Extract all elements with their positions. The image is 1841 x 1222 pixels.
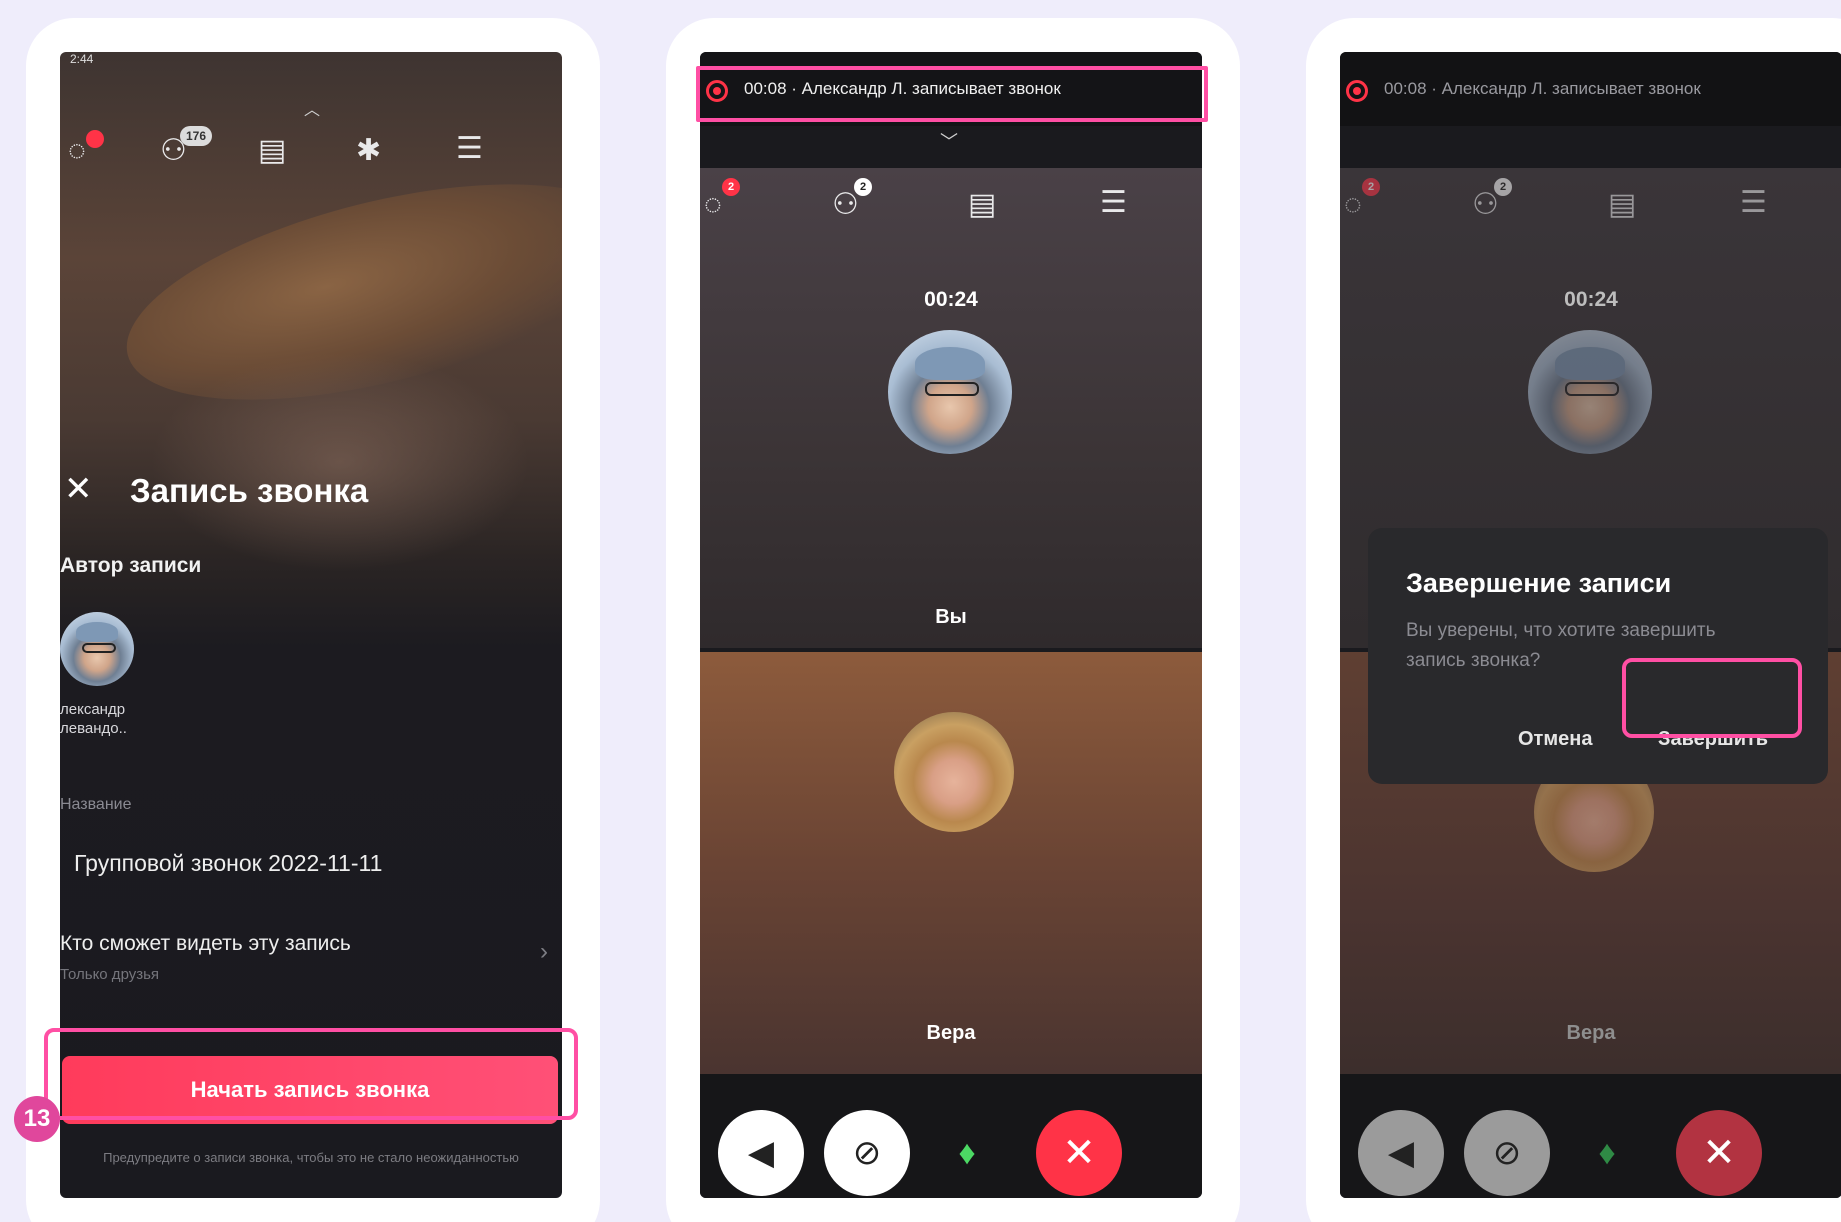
participants-icon[interactable]: ⚇ (832, 190, 859, 220)
call-controls: ◀ ⊘ ♦ ✕ (700, 1074, 1202, 1198)
recording-hint: Предупредите о записи звонка, чтобы это … (103, 1150, 519, 1165)
sheet-title: Запись звонка (130, 472, 369, 509)
highlight-confirm-button (1622, 658, 1802, 738)
call-toolbar: ◌ ⚇ 176 ▤ ✱ ☰ (60, 124, 562, 180)
dialog-title: Завершение записи (1406, 568, 1672, 598)
camera-off-icon[interactable]: ⊘ (1464, 1110, 1550, 1196)
call-timer: 00:24 (1564, 288, 1618, 311)
phone-screen: 00:08 · Александр Л. записывает звонок ﹀… (700, 52, 1202, 1198)
step-number-badge: 13 (14, 1096, 60, 1142)
background-video-face (150, 352, 530, 572)
highlight-start-button (44, 1028, 578, 1120)
hang-up-icon[interactable]: ✕ (1036, 1110, 1122, 1196)
stop-recording-dialog: Завершение записи Вы уверены, что хотите… (1368, 528, 1828, 784)
visibility-setting-value: Только друзья (60, 966, 160, 983)
name-field-label: Название (60, 796, 132, 813)
microphone-icon[interactable]: ♦ (924, 1110, 1010, 1196)
chevron-down-icon[interactable]: ﹀ (940, 128, 958, 154)
chat-badge: 2 (722, 178, 740, 196)
cancel-button[interactable]: Отмена (1518, 728, 1592, 751)
call-toolbar: ◌ 2 ⚇ 2 ▤ ☰ (1340, 170, 1841, 226)
call-toolbar: ◌ 2 ⚇ 2 ▤ ☰ (700, 170, 1202, 226)
recording-banner[interactable]: 00:08 · Александр Л. записывает звонок (1340, 52, 1841, 126)
call-timer: 00:24 (924, 288, 978, 311)
layout-grid-icon[interactable]: ▤ (1608, 190, 1636, 220)
menu-icon[interactable]: ☰ (1100, 188, 1127, 218)
recording-name-input[interactable]: Групповой звонок 2022-11-11 (74, 850, 382, 877)
phone-screen: 00:08 · Александр Л. записывает звонок ﹀… (1340, 52, 1841, 1198)
chat-icon[interactable]: ◌ (704, 190, 722, 220)
call-controls: ◀ ⊘ ♦ ✕ (1340, 1074, 1841, 1198)
speaker-icon[interactable]: ◀ (1358, 1110, 1444, 1196)
highlight-recording-banner (696, 66, 1208, 122)
avatar-you (888, 330, 1012, 454)
recording-banner-text: 00:08 · Александр Л. записывает звонок (1384, 79, 1701, 98)
microphone-icon[interactable]: ♦ (1564, 1110, 1650, 1196)
layout-grid-icon[interactable]: ▤ (258, 136, 286, 166)
chat-icon[interactable]: ◌ (1344, 190, 1362, 220)
chat-icon[interactable]: ◌ (68, 136, 86, 166)
phone-card-record-setup: 2:44 ︿ ◌ ⚇ 176 ▤ ✱ ☰ ✕ Запись звонка Авт… (14, 18, 600, 1222)
visibility-setting-label[interactable]: Кто сможет видеть эту запись (60, 932, 351, 956)
chevron-up-icon[interactable]: ︿ (304, 96, 320, 120)
participant-name-other: Вера (1566, 1022, 1616, 1044)
chevron-right-icon[interactable]: › (540, 938, 548, 966)
chat-badge (86, 130, 104, 148)
record-dot-icon (1346, 80, 1368, 102)
phone-card-recording-active: 00:08 · Александр Л. записывает звонок ﹀… (666, 18, 1240, 1222)
participants-badge: 2 (1494, 178, 1512, 196)
speaker-icon[interactable]: ◀ (718, 1110, 804, 1196)
avatar-other (894, 712, 1014, 832)
avatar-you (1528, 330, 1652, 454)
participant-name-you: Вы (935, 606, 967, 628)
menu-icon[interactable]: ☰ (1740, 188, 1767, 218)
phone-screen: 2:44 ︿ ◌ ⚇ 176 ▤ ✱ ☰ ✕ Запись звонка Авт… (60, 52, 562, 1198)
chat-badge: 2 (1362, 178, 1380, 196)
hang-up-icon[interactable]: ✕ (1676, 1110, 1762, 1196)
author-avatar (60, 612, 134, 686)
author-name-line2: левандо.. (60, 720, 127, 737)
participants-badge: 2 (854, 178, 872, 196)
layout-grid-icon[interactable]: ▤ (968, 190, 996, 220)
status-bar: 2:44 (70, 52, 552, 66)
status-time: 2:44 (70, 52, 94, 66)
author-name-line1: лександр (60, 701, 126, 718)
participants-icon[interactable]: ⚇ (1472, 190, 1499, 220)
close-icon[interactable]: ✕ (64, 472, 93, 506)
participant-name-other: Вера (926, 1022, 976, 1044)
menu-icon[interactable]: ☰ (456, 134, 483, 164)
author-name: лександр левандо.. (60, 700, 127, 738)
participants-badge: 176 (180, 126, 213, 146)
author-label: Автор записи (60, 554, 202, 577)
bluetooth-audio-icon[interactable]: ✱ (356, 136, 381, 166)
phone-card-stop-recording: 00:08 · Александр Л. записывает звонок ﹀… (1306, 18, 1841, 1222)
camera-off-icon[interactable]: ⊘ (824, 1110, 910, 1196)
